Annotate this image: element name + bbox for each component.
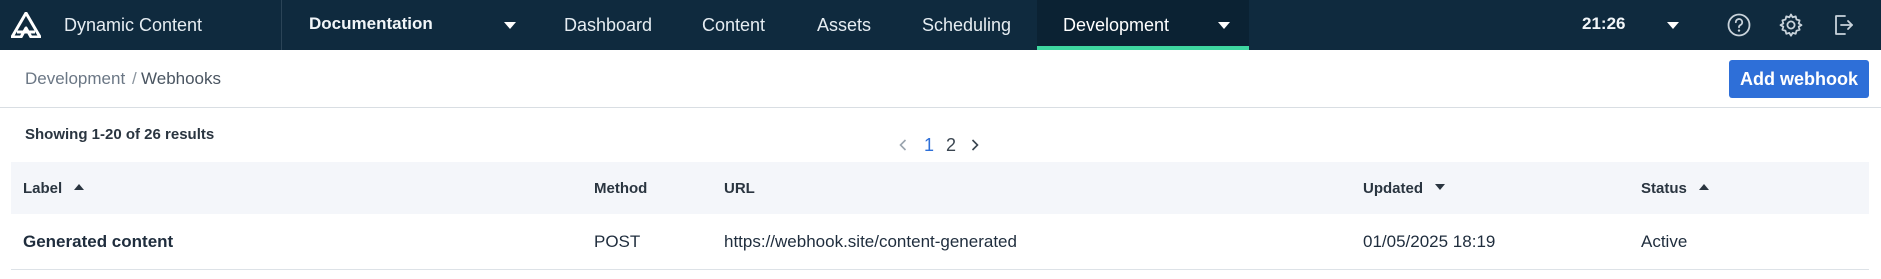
chevron-down-icon[interactable] [1218, 22, 1230, 29]
webhook-updated: 01/05/2025 18:19 [1363, 231, 1496, 251]
page-2-link[interactable]: 2 [946, 133, 956, 157]
webhook-status: Active [1641, 231, 1688, 251]
webhook-url: https://webhook.site/content-generated [724, 231, 1017, 251]
tab-dashboard[interactable]: Dashboard [564, 0, 652, 50]
app-name: Dynamic Content [64, 15, 203, 35]
column-header-label[interactable]: Label [11, 162, 594, 214]
settings-gear-icon[interactable] [1778, 12, 1804, 38]
webhook-label[interactable]: Generated content [11, 214, 594, 270]
sort-ascending-icon [74, 183, 85, 190]
chevron-right-icon[interactable] [968, 137, 982, 153]
clock: 21:26 [1582, 14, 1626, 33]
sort-descending-icon [1435, 183, 1445, 190]
amplience-logo-icon[interactable] [11, 12, 41, 38]
hub-name: Documentation [309, 14, 433, 33]
tab-development[interactable]: Development [1037, 0, 1249, 50]
breadcrumb-webhooks: Webhooks [141, 69, 222, 88]
column-header-url: URL [724, 179, 755, 197]
tab-label: Scheduling [922, 15, 1012, 35]
webhooks-table: Label Method URL Updated Status Generate… [11, 162, 1869, 270]
tab-label: Content [702, 15, 766, 35]
logout-icon[interactable] [1830, 12, 1856, 38]
breadcrumb-development[interactable]: Development [25, 50, 125, 107]
sort-ascending-icon [1698, 183, 1709, 190]
column-header-updated[interactable]: Updated [1363, 162, 1641, 214]
chevron-down-icon [504, 22, 516, 29]
column-header-status[interactable]: Status [1641, 162, 1869, 214]
webhook-method: POST [594, 231, 641, 251]
hub-selector[interactable]: Documentation [282, 0, 532, 50]
tab-label: Assets [817, 15, 872, 35]
page-1-link[interactable]: 1 [924, 133, 934, 157]
chevron-down-icon[interactable] [1667, 22, 1679, 29]
chevron-left-icon[interactable] [896, 137, 910, 153]
tab-scheduling[interactable]: Scheduling [922, 0, 1011, 50]
tab-label: Development [1063, 15, 1170, 35]
results-summary: Showing 1-20 of 26 results [25, 126, 215, 143]
tab-assets[interactable]: Assets [817, 0, 871, 50]
top-navigation-bar: Dynamic Content Documentation Dashboard … [0, 0, 1881, 50]
breadcrumb-bar: Development / Webhooks Add webhook [0, 50, 1881, 108]
add-webhook-button[interactable]: Add webhook [1729, 60, 1869, 98]
table-row[interactable]: Generated content POST https://webhook.s… [11, 214, 1869, 270]
breadcrumb-separator: / [132, 69, 137, 88]
table-header-row: Label Method URL Updated Status [11, 162, 1869, 214]
tab-label: Dashboard [564, 15, 653, 35]
help-icon[interactable] [1726, 12, 1752, 38]
tab-content[interactable]: Content [702, 0, 765, 50]
column-header-method: Method [594, 179, 648, 197]
